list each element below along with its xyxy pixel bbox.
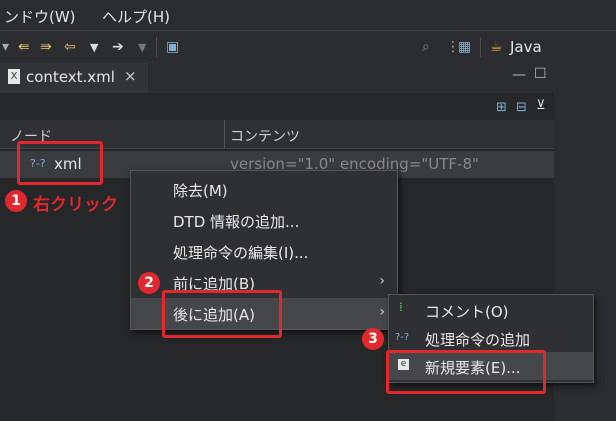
menu-item-remove[interactable]: 除去(M)	[131, 174, 397, 205]
processing-instruction-icon: ?-?	[395, 332, 410, 343]
step-badge-1: 1	[5, 190, 27, 212]
menu-item-edit-pi[interactable]: 処理命令の編集(I)...	[131, 236, 397, 267]
menu-item-label: 除去(M)	[173, 182, 228, 200]
toolbar-separator	[480, 37, 481, 57]
back-history-icon[interactable]: ▼	[90, 41, 98, 54]
java-perspective-icon[interactable]: ☕	[490, 39, 503, 55]
xml-file-icon: X	[8, 69, 20, 84]
submenu-item-add-pi[interactable]: ?-? 処理命令の追加	[389, 324, 593, 352]
submenu-item-comment[interactable]: ⁞ コメント(O)	[389, 296, 593, 324]
back-icon[interactable]: ⇦	[64, 39, 76, 55]
tab-context-xml[interactable]: X context.xml ×	[0, 63, 148, 95]
chevron-right-icon: ›	[379, 273, 385, 289]
open-console-icon[interactable]: ▣	[166, 39, 179, 55]
menu-item-label: 処理命令の編集(I)...	[173, 244, 309, 262]
menu-window[interactable]: ンドウ(W)	[4, 6, 76, 27]
toolbar: ▾ ⇚ ⇛ ⇦ ▼ ➔ ▼ ▣ ⌕ ⋮ ▦ ☕ Java	[0, 30, 616, 64]
step-badge-2: 2	[138, 272, 160, 294]
java-perspective-label[interactable]: Java	[510, 38, 542, 56]
expand-all-icon[interactable]: ⊞	[496, 100, 507, 115]
highlight-xml-node	[17, 141, 103, 185]
column-divider[interactable]	[224, 120, 225, 148]
forward-history-icon[interactable]: ▼	[138, 41, 146, 54]
tab-title: context.xml	[26, 68, 115, 86]
minimize-icon[interactable]: —	[512, 67, 526, 83]
step-note-right-click: 右クリック	[33, 195, 118, 215]
menu-item-add-dtd[interactable]: DTD 情報の追加...	[131, 205, 397, 236]
highlight-new-element	[386, 350, 546, 394]
menu-item-label: DTD 情報の追加...	[173, 213, 300, 231]
next-annotation-icon[interactable]: ⇛	[40, 39, 52, 55]
menu-help[interactable]: ヘルプ(H)	[102, 6, 170, 27]
comment-icon: ⁞	[399, 300, 403, 314]
view-menu-icon[interactable]: ⊻	[536, 98, 546, 113]
maximize-icon[interactable]: ☐	[534, 66, 547, 82]
highlight-add-after	[162, 290, 282, 338]
forward-icon[interactable]: ➔	[112, 39, 124, 55]
prev-annotation-icon[interactable]: ⇚	[18, 39, 30, 55]
column-header-content[interactable]: コンテンツ	[230, 126, 300, 146]
open-perspective-icon[interactable]: ▦	[458, 39, 471, 55]
toolbar-separator	[156, 37, 157, 57]
collapse-all-icon[interactable]: ⊟	[516, 100, 527, 115]
chevron-down-icon[interactable]: ▾	[2, 39, 9, 55]
menubar: ンドウ(W) ヘルプ(H)	[0, 0, 616, 30]
menu-item-label: コメント(O)	[425, 303, 509, 321]
close-icon[interactable]: ×	[124, 67, 137, 85]
menu-item-label: 処理命令の追加	[425, 331, 531, 349]
step-badge-3: 3	[362, 328, 384, 350]
chevron-right-icon: ›	[379, 304, 385, 320]
search-icon[interactable]: ⌕	[422, 39, 430, 55]
